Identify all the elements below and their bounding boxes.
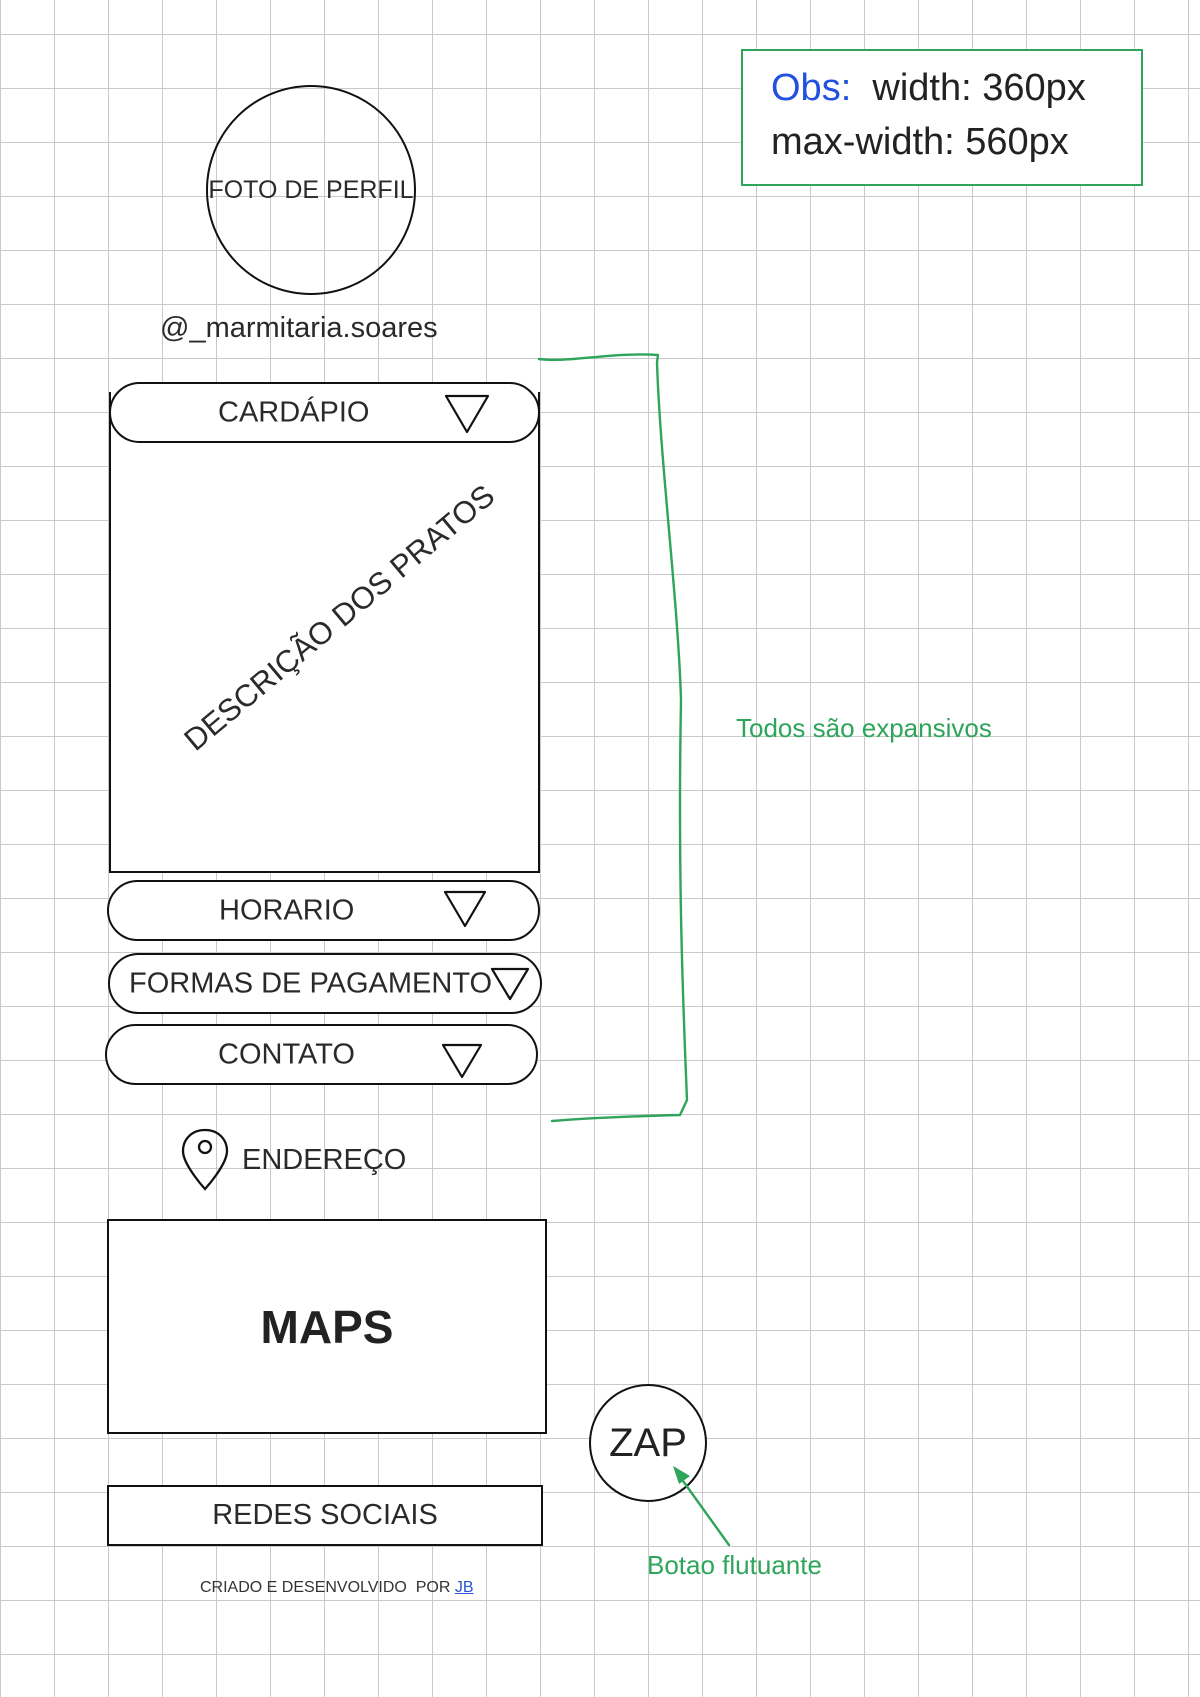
accordion-horario[interactable]: HORARIO [107,880,540,941]
profile-photo-label: FOTO DE PERFIL [208,175,414,204]
chevron-down-icon[interactable] [443,889,487,929]
map-pin-icon [181,1128,229,1191]
obs-label: Obs: [771,67,852,109]
accordion-cardapio[interactable]: CARDÁPIO [109,382,540,443]
expand-note: Todos são expansivos [736,713,992,743]
accordion-formas-pagamento[interactable]: FORMAS DE PAGAMENTO [108,953,542,1014]
profile-handle: @_marmitaria.soares [160,312,438,344]
social-label: REDES SOCIAIS [212,1499,438,1531]
chevron-down-icon[interactable] [490,966,530,1002]
address-label: ENDEREÇO [242,1144,407,1176]
accordion-formas-pagamento-label: FORMAS DE PAGAMENTO [129,967,493,999]
arrow-icon [673,1466,731,1547]
footer-credit: CRIADO E DESENVOLVIDO POR JB [200,1579,474,1597]
chevron-down-icon[interactable] [444,393,490,435]
obs-width-line: Obs: width: 360px [771,67,1086,110]
maps-label: MAPS [260,1300,394,1353]
accordion-contato[interactable]: CONTATO [105,1024,538,1085]
accordion-horario-label: HORARIO [219,894,355,926]
obs-max-width: max-width: 560px [771,121,1069,163]
footer-author-link[interactable]: JB [455,1579,474,1596]
social-links-button[interactable]: REDES SOCIAIS [107,1485,543,1546]
accordion-contato-label: CONTATO [218,1038,355,1070]
expand-bracket [537,353,689,1123]
accordion-cardapio-label: CARDÁPIO [218,396,370,428]
chevron-down-icon[interactable] [441,1042,483,1080]
profile-photo: FOTO DE PERFIL [206,85,416,295]
maps-embed[interactable]: MAPS [107,1219,547,1434]
zap-label: ZAP [609,1420,687,1465]
footer-text: CRIADO E DESENVOLVIDO POR [200,1579,455,1596]
obs-annotation: Obs: width: 360px max-width: 560px [741,49,1143,186]
floating-note: Botao flutuante [647,1550,822,1580]
obs-width: width: 360px [872,67,1086,109]
